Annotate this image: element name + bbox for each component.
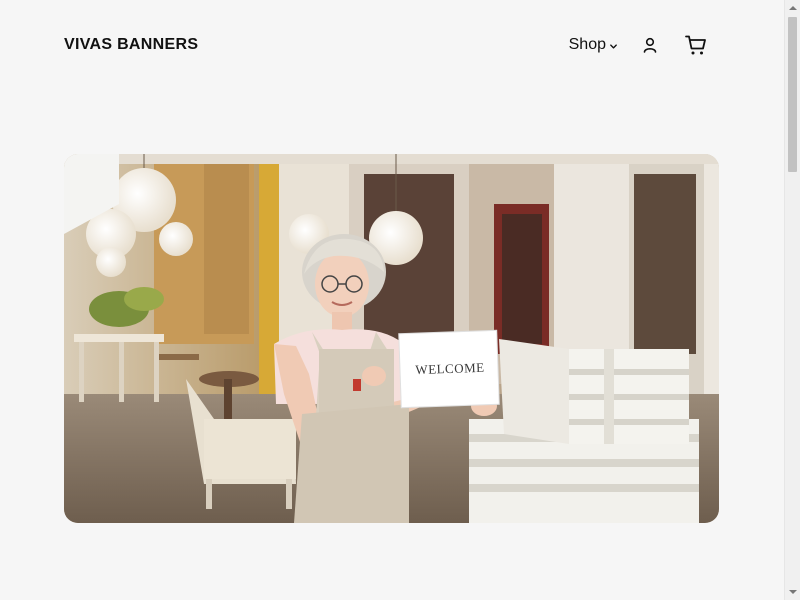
account-button[interactable] — [636, 31, 664, 59]
shop-menu[interactable]: Shop — [569, 36, 618, 54]
scrollbar-thumb[interactable] — [788, 17, 797, 172]
scroll-up-arrow-icon[interactable] — [785, 0, 800, 16]
welcome-sign-text: WELCOME — [415, 360, 485, 377]
user-icon — [643, 37, 657, 53]
shop-menu-label: Shop — [568, 36, 606, 53]
header-nav: Shop — [569, 30, 710, 60]
scroll-down-arrow-icon[interactable] — [785, 584, 800, 600]
cart-button[interactable] — [682, 31, 710, 59]
page: VIVAS BANNERS Shop WELCOME — [0, 0, 800, 600]
hero-banner-image: WELCOME — [64, 154, 719, 523]
cart-icon — [685, 35, 706, 55]
site-header: VIVAS BANNERS Shop — [0, 0, 784, 90]
chevron-down-icon — [610, 44, 617, 49]
site-logo[interactable]: VIVAS BANNERS — [64, 36, 198, 54]
vertical-scrollbar[interactable] — [784, 0, 800, 600]
